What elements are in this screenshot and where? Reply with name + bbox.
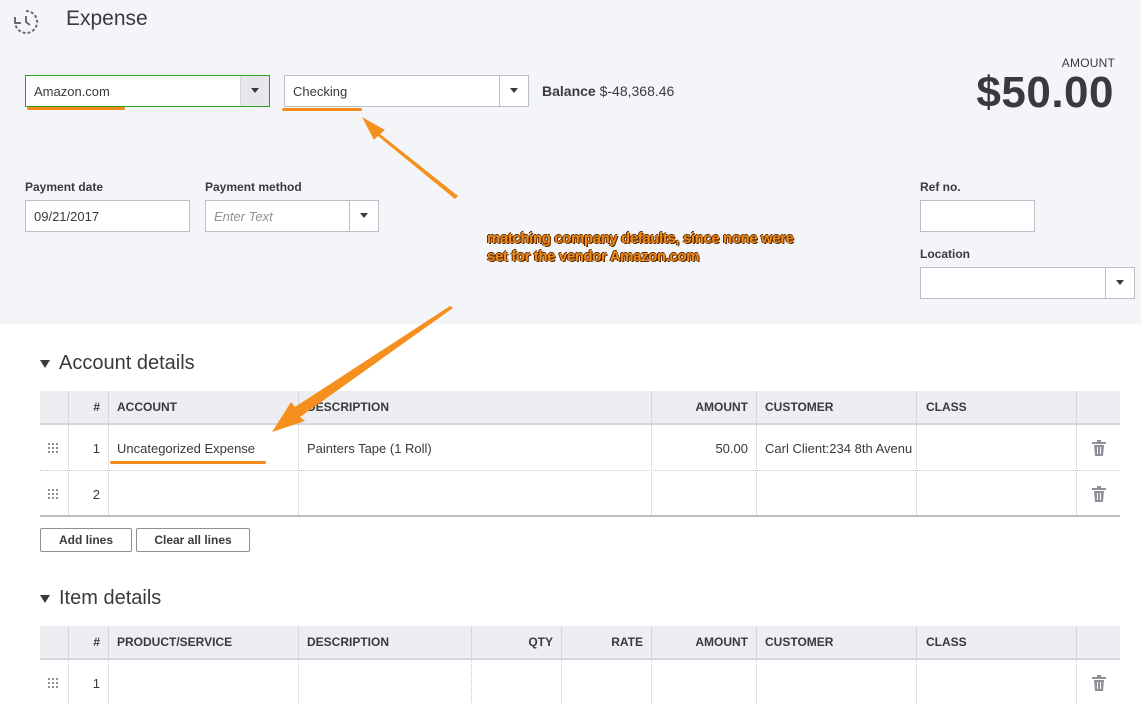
col-number: # (93, 635, 100, 649)
table-row[interactable]: 1 (40, 660, 1120, 703)
annotation-note: matching company defaults, since none we… (487, 230, 794, 266)
row-amount[interactable]: 50.00 (651, 441, 748, 456)
account-select[interactable]: Checking (284, 75, 529, 107)
balance-value: $-48,368.46 (599, 83, 675, 99)
chevron-down-icon[interactable] (349, 201, 378, 231)
payment-method-label: Payment method (205, 180, 302, 194)
payment-date-label: Payment date (25, 180, 104, 194)
location-select[interactable] (920, 267, 1135, 299)
item-details-title: Item details (59, 587, 162, 609)
col-rate: RATE (611, 635, 643, 649)
col-class: CLASS (926, 635, 967, 649)
col-qty: QTY (528, 635, 553, 649)
account-value: Checking (293, 84, 348, 99)
row-customer[interactable]: Carl Client:234 8th Avenu (765, 441, 917, 456)
row-description[interactable]: Painters Tape (1 Roll) (307, 441, 432, 456)
trash-icon[interactable] (1092, 440, 1106, 456)
col-class: CLASS (926, 400, 967, 414)
annotation-underline-account (282, 108, 362, 111)
balance: Balance $-48,368.46 (542, 83, 674, 99)
col-customer: CUSTOMER (765, 635, 834, 649)
page-title: Expense (66, 7, 148, 30)
col-number: # (93, 400, 100, 414)
item-details-header: # PRODUCT/SERVICE DESCRIPTION QTY RATE A… (40, 626, 1120, 660)
row-number: 1 (92, 676, 100, 691)
annotation-underline-account-row (110, 461, 266, 464)
row-number: 1 (92, 441, 100, 456)
trash-icon[interactable] (1092, 675, 1106, 691)
payee-select[interactable]: Amazon.com (25, 75, 270, 107)
add-lines-button[interactable]: Add lines (40, 528, 132, 552)
row-number: 2 (92, 487, 100, 502)
chevron-down-icon[interactable] (240, 76, 269, 106)
collapse-triangle-icon[interactable] (40, 360, 50, 368)
annotation-underline-payee (27, 107, 125, 110)
col-description: DESCRIPTION (307, 400, 390, 414)
col-customer: CUSTOMER (765, 400, 834, 414)
item-details-table: # PRODUCT/SERVICE DESCRIPTION QTY RATE A… (40, 626, 1120, 703)
payment-date-value: 09/21/2017 (34, 209, 100, 224)
payment-method-select[interactable]: Enter Text (205, 200, 379, 232)
chevron-down-icon[interactable] (499, 76, 528, 106)
ref-no-input[interactable] (920, 200, 1035, 232)
payment-method-placeholder: Enter Text (214, 209, 273, 224)
drag-handle-icon[interactable] (48, 443, 60, 453)
account-details-table: # ACCOUNT DESCRIPTION AMOUNT CUSTOMER CL… (40, 391, 1120, 518)
trash-icon[interactable] (1092, 486, 1106, 502)
table-row[interactable]: 1 Uncategorized Expense Painters Tape (1… (40, 425, 1120, 471)
history-icon[interactable] (12, 8, 40, 36)
table-row[interactable]: 2 (40, 471, 1120, 517)
col-amount: AMOUNT (695, 400, 748, 414)
col-account: ACCOUNT (117, 400, 177, 414)
col-product-service: PRODUCT/SERVICE (117, 635, 233, 649)
row-account[interactable]: Uncategorized Expense (117, 441, 255, 456)
payee-value: Amazon.com (34, 84, 110, 99)
account-details-header: # ACCOUNT DESCRIPTION AMOUNT CUSTOMER CL… (40, 391, 1120, 425)
payment-date-input[interactable]: 09/21/2017 (25, 200, 190, 232)
col-description: DESCRIPTION (307, 635, 390, 649)
annotation-line-1: matching company defaults, since none we… (487, 230, 794, 247)
ref-no-label: Ref no. (920, 180, 961, 194)
balance-label: Balance (542, 83, 596, 99)
col-amount: AMOUNT (695, 635, 748, 649)
account-details-title: Account details (59, 352, 195, 374)
drag-handle-icon[interactable] (48, 678, 60, 688)
drag-handle-icon[interactable] (48, 489, 60, 499)
amount-total: $50.00 (976, 68, 1114, 117)
annotation-line-2: set for the vendor Amazon.com (487, 248, 700, 265)
location-label: Location (920, 247, 970, 261)
collapse-triangle-icon[interactable] (40, 595, 50, 603)
clear-all-lines-button[interactable]: Clear all lines (136, 528, 250, 552)
chevron-down-icon[interactable] (1105, 268, 1134, 298)
